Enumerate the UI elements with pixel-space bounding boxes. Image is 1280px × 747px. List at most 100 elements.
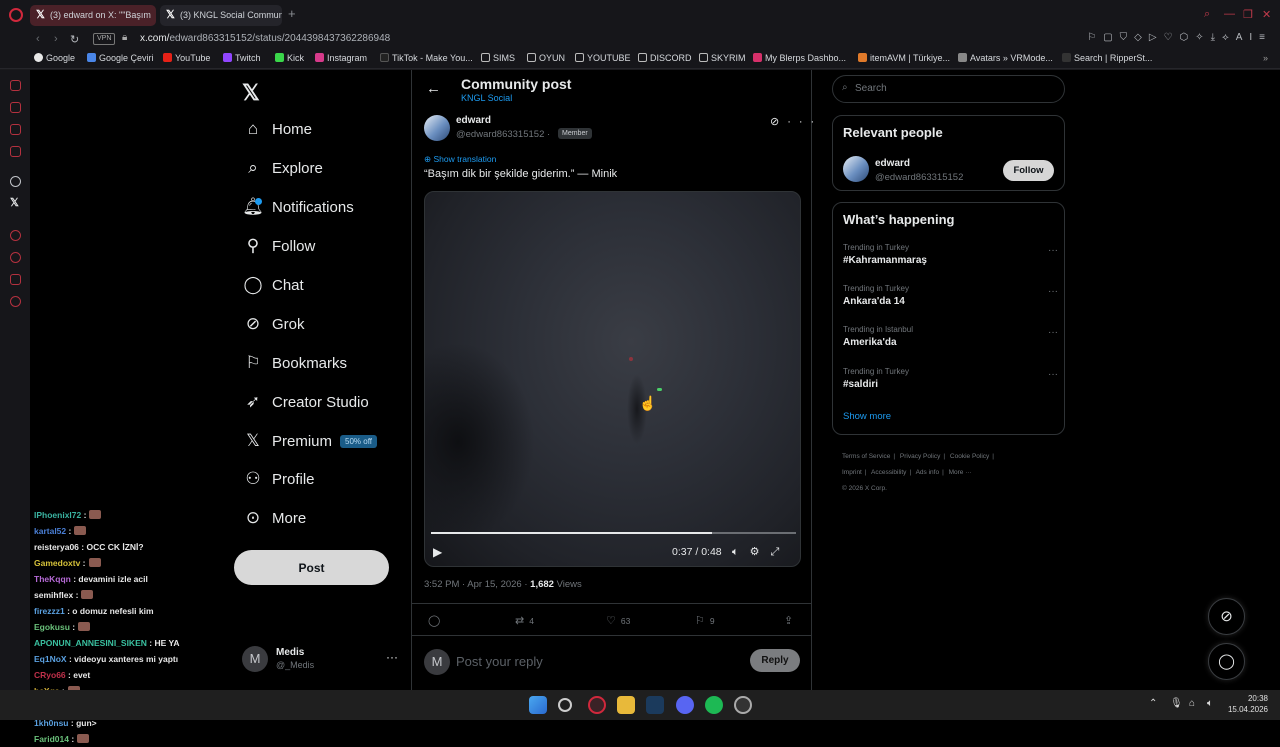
privacy-link[interactable]: Privacy Policy [900,453,940,460]
trend-item[interactable]: Trending in Istanbul Amerika'da ··· [843,325,1058,355]
back-arrow-icon[interactable]: ← [426,80,441,97]
more-dots-icon[interactable]: ··· [1048,369,1058,380]
chat-username[interactable]: TheKqqn [34,574,71,584]
chat-username[interactable]: firezzz1 [34,606,65,616]
history-sidebar-icon[interactable] [10,230,21,241]
minimize-icon[interactable]: — [1224,8,1235,20]
search-input[interactable] [855,83,1055,94]
clock-sidebar-icon[interactable] [10,252,21,263]
ai-label[interactable]: AI [1236,32,1259,43]
settings-gear-icon[interactable]: ⚙ [750,546,771,558]
messages-fab-icon[interactable]: ◯ [1208,643,1245,680]
bookmark-twitch[interactable]: Twitch [223,53,261,63]
chat-username[interactable]: IPhoenixl72 [34,510,81,520]
aria-sidebar-icon[interactable] [10,80,21,91]
search-tabs-icon[interactable]: ⌕ [1204,8,1210,21]
nav-explore[interactable]: ⌕ Explore [242,155,323,181]
reply-input[interactable]: Post your reply [456,654,543,669]
trend-item[interactable]: Trending in Turkey #Kahramanmaraş ··· [843,243,1058,273]
terms-link[interactable]: Terms of Service [842,453,890,460]
community-link[interactable]: KNGL Social [461,93,512,103]
nav-grok[interactable]: ⊘ Grok [242,311,305,337]
bookmark-action[interactable]: ⚐ 9 [695,614,715,627]
like-action[interactable]: ♡ 63 [606,614,630,627]
nav-premium[interactable]: 𝕏 Premium 50% off [242,428,377,454]
lock-icon[interactable]: 🔒︎ [122,32,127,43]
show-translation-link[interactable]: ⊕ Show translation [424,154,496,165]
chatgpt-sidebar-icon[interactable] [10,176,21,187]
back-icon[interactable]: ‹ [36,33,40,45]
file-explorer-icon[interactable] [617,696,635,714]
flow-icon[interactable]: ⬡ [1180,32,1196,43]
bookmark-blerps[interactable]: My Blerps Dashbo... [753,53,846,63]
maximize-icon[interactable]: ❐ [1243,8,1253,21]
share-action[interactable]: ⇪ [784,614,798,627]
follow-button[interactable]: Follow [1003,160,1054,181]
instagram-sidebar-icon[interactable] [10,146,21,157]
tray-overflow-icon[interactable]: ⌃ [1149,698,1157,709]
fullscreen-icon[interactable]: ⤢ [770,546,790,558]
opera-taskbar-icon[interactable] [588,696,606,714]
shield-icon[interactable]: ⛉ [1120,32,1135,43]
bookmark-folder-sims[interactable]: SIMS [481,53,515,63]
snapshot-icon[interactable]: ▢ [1103,32,1119,43]
taskbar-clock[interactable]: 20:38 15.04.2026 [1226,693,1268,715]
volume-icon[interactable]: 🔈︎ [1207,698,1213,709]
vpn-badge[interactable]: VPN [93,33,116,45]
author-handle[interactable]: @edward863315152 · [456,129,550,140]
avatar[interactable] [843,156,869,182]
extensions-puzzle-icon[interactable]: ✧ [1195,32,1210,43]
bookmark-folder-skyrim[interactable]: SKYRIM [699,53,746,63]
play-media-icon[interactable]: ▷ [1149,32,1164,43]
settings-sidebar-icon[interactable] [10,296,21,307]
author-name[interactable]: edward [456,115,491,126]
chat-username[interactable]: Farid014 [34,734,69,744]
chat-username[interactable]: Egokusu [34,622,70,632]
cookie-link[interactable]: Cookie Policy [950,453,989,460]
chat-username[interactable]: semihflex [34,590,73,600]
nav-home[interactable]: ⌂ Home [242,116,312,142]
reply-action[interactable]: ◯ [428,614,445,627]
tab-edward-post[interactable]: 𝕏 (3) edward on X: ""Başım [30,5,156,26]
chat-username[interactable]: kartal52 [34,526,66,536]
nav-follow[interactable]: ⚲ Follow [242,233,316,259]
trend-item[interactable]: Trending in Turkey Ankara'da 14 ··· [843,284,1058,314]
bookmarks-overflow-icon[interactable]: » [1263,53,1268,63]
close-window-icon[interactable]: ✕ [1262,8,1271,21]
bookmark-google[interactable]: Google [34,53,75,63]
author-avatar[interactable] [424,115,450,141]
nav-creator-studio[interactable]: ➶ Creator Studio [242,389,369,415]
play-icon[interactable]: ▶ [433,545,442,559]
network-icon[interactable]: ⌂ [1189,698,1195,709]
search-box[interactable]: ⌕ [832,75,1065,103]
post-timestamp[interactable]: 3:52 PM · Apr 15, 2026 · [424,579,530,590]
steam-icon[interactable] [646,696,664,714]
bookmark-google-ceviri[interactable]: Google Çeviri [87,53,154,63]
reply-button[interactable]: Reply [750,649,800,672]
discord-icon[interactable] [676,696,694,714]
video-progress-bar[interactable] [431,532,796,534]
messenger-sidebar-icon[interactable] [10,102,21,113]
bookmark-folder-oyun[interactable]: OYUN [527,53,565,63]
spotify-icon[interactable] [705,696,723,714]
nav-bookmarks[interactable]: ⚐ Bookmarks [242,350,347,376]
more-dots-icon[interactable]: ··· [1048,245,1058,256]
bookmark-tiktok[interactable]: TikTok - Make You... [380,53,473,63]
ads-info-link[interactable]: Ads info [916,469,940,476]
chat-username[interactable]: CRyo66 [34,670,66,680]
more-dots-icon[interactable]: ··· [787,116,822,128]
repost-action[interactable]: ⇄ 4 [515,614,534,627]
show-more-link[interactable]: Show more [843,411,891,422]
chat-username[interactable]: APONUN_ANNESINI_SIKEN [34,638,147,648]
chat-username[interactable]: Eq1NoX [34,654,67,664]
app-icon[interactable] [734,696,752,714]
start-windows-icon[interactable] [529,696,547,714]
person-name[interactable]: edward [875,158,910,169]
whatsapp-sidebar-icon[interactable] [10,274,21,285]
url-field[interactable]: x.com/edward863315152/status/20443984373… [140,33,390,44]
x-sidebar-icon[interactable]: 𝕏 [10,196,19,209]
bookmark-folder-discord[interactable]: DISCORD [638,53,692,63]
more-footer-link[interactable]: More ··· [949,469,972,476]
chat-username[interactable]: Gamedoxtv [34,558,80,568]
imprint-link[interactable]: Imprint [842,469,862,476]
